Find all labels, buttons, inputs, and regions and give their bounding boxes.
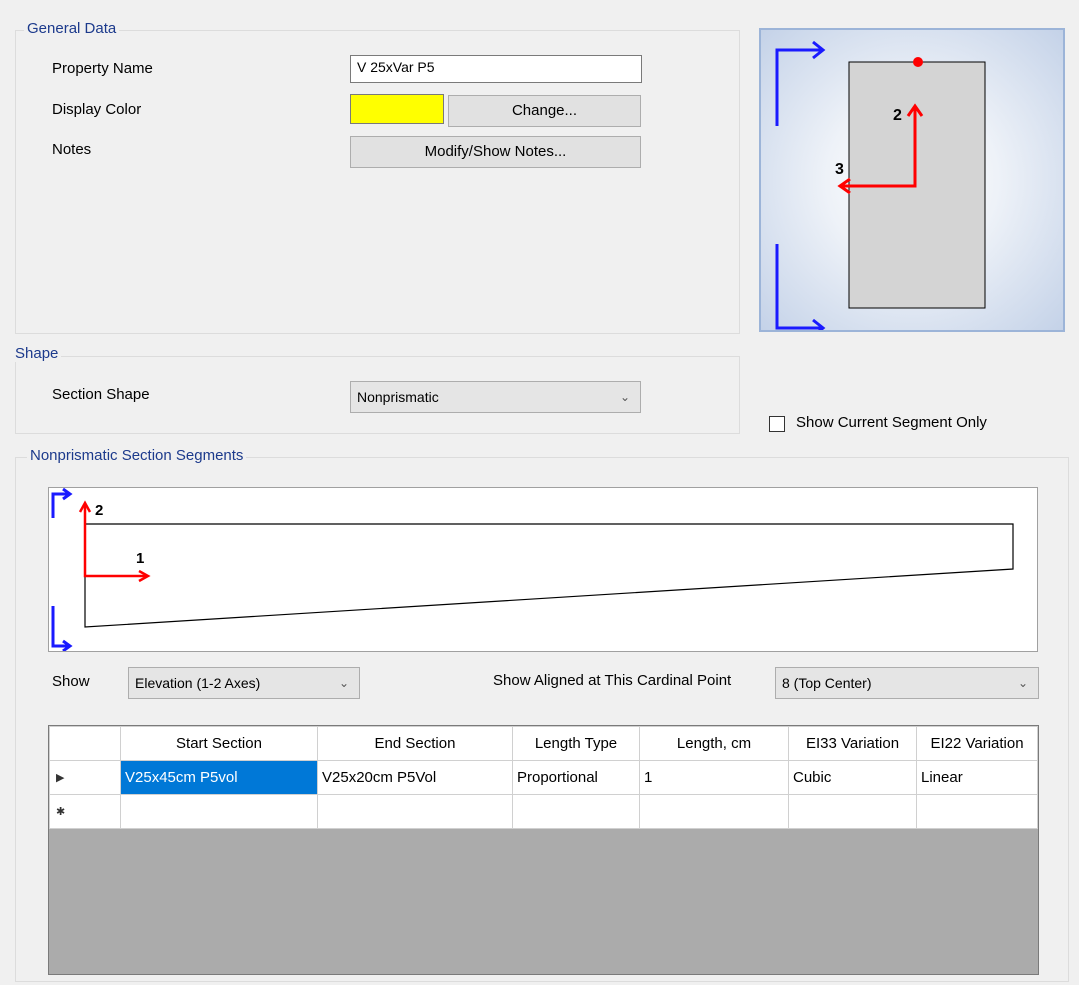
cell-start-section[interactable] (120, 794, 318, 829)
property-name-label: Property Name (52, 60, 153, 77)
segments-table: Start Section End Section Length Type Le… (49, 726, 1038, 829)
cell-length-type[interactable] (512, 794, 640, 829)
shape-title: Shape (12, 345, 62, 362)
section-preview-drawing: 2 3 (775, 40, 986, 330)
show-view-value: Elevation (1-2 Axes) (135, 675, 261, 691)
table-row-new[interactable]: ✱ (49, 794, 1038, 829)
cell-length[interactable]: 1 (639, 760, 789, 795)
cell-length[interactable] (639, 794, 789, 829)
cell-start-section[interactable]: V25x45cm P5vol (120, 760, 318, 795)
section-shape-value: Nonprismatic (357, 389, 439, 405)
cardinal-point-dropdown[interactable]: 8 (Top Center) ⌄ (775, 667, 1039, 699)
modify-show-notes-button[interactable]: Modify/Show Notes... (350, 136, 641, 168)
section-preview: 2 3 (759, 28, 1065, 332)
elev-axis-2-label: 2 (95, 502, 103, 519)
cardinal-point-label: Show Aligned at This Cardinal Point (493, 672, 732, 689)
table-row[interactable]: ▶ V25x45cm P5vol V25x20cm P5Vol Proporti… (49, 760, 1038, 795)
axis-2-label: 2 (893, 107, 902, 124)
section-shape-label: Section Shape (52, 386, 150, 403)
cell-ei22-variation[interactable] (916, 794, 1038, 829)
table-header-row: Start Section End Section Length Type Le… (49, 726, 1038, 761)
elevation-preview: 2 1 (48, 487, 1038, 652)
cell-ei33-variation[interactable]: Cubic (788, 760, 917, 795)
show-current-segment-label: Show Current Segment Only (796, 414, 987, 431)
column-header[interactable]: EI33 Variation (788, 726, 917, 761)
show-current-segment-checkbox[interactable] (769, 416, 785, 432)
column-header[interactable]: Start Section (120, 726, 318, 761)
cut-marker-bottom (775, 244, 821, 330)
show-view-dropdown[interactable]: Elevation (1-2 Axes) ⌄ (128, 667, 360, 699)
column-header[interactable]: End Section (317, 726, 513, 761)
cell-ei22-variation[interactable]: Linear (916, 760, 1038, 795)
change-color-button[interactable]: Change... (448, 95, 641, 127)
chevron-down-icon: ⌄ (1017, 676, 1028, 690)
chevron-down-icon: ⌄ (619, 390, 630, 404)
column-header[interactable]: EI22 Variation (916, 726, 1038, 761)
general-data-title: General Data (24, 20, 120, 37)
cell-end-section[interactable] (317, 794, 513, 829)
axis-3-label: 3 (835, 161, 844, 178)
cardinal-point-dot (913, 57, 923, 67)
display-color-swatch[interactable] (350, 94, 444, 124)
elevation-drawing: 2 1 (51, 488, 1014, 651)
beam-elevation-outline (84, 523, 1014, 628)
cardinal-point-value: 8 (Top Center) (782, 675, 872, 691)
new-row-icon[interactable]: ✱ (49, 794, 121, 829)
notes-label: Notes (52, 141, 92, 158)
cell-end-section[interactable]: V25x20cm P5Vol (317, 760, 513, 795)
display-color-label: Display Color (52, 101, 142, 118)
column-header[interactable]: Length Type (512, 726, 640, 761)
elev-axis-1-label: 1 (136, 550, 144, 567)
cut-marker-top (775, 48, 821, 126)
row-selector-icon[interactable]: ▶ (49, 760, 121, 795)
cell-ei33-variation[interactable] (788, 794, 917, 829)
elev-cut-marker-bottom (51, 606, 69, 648)
row-header-corner (49, 726, 121, 761)
chevron-down-icon: ⌄ (338, 676, 349, 690)
column-header[interactable]: Length, cm (639, 726, 789, 761)
section-shape-dropdown[interactable]: Nonprismatic ⌄ (350, 381, 641, 413)
cell-length-type[interactable]: Proportional (512, 760, 640, 795)
show-label: Show (52, 673, 90, 690)
segments-title: Nonprismatic Section Segments (27, 447, 247, 464)
property-name-field[interactable]: V 25xVar P5 (350, 55, 642, 83)
